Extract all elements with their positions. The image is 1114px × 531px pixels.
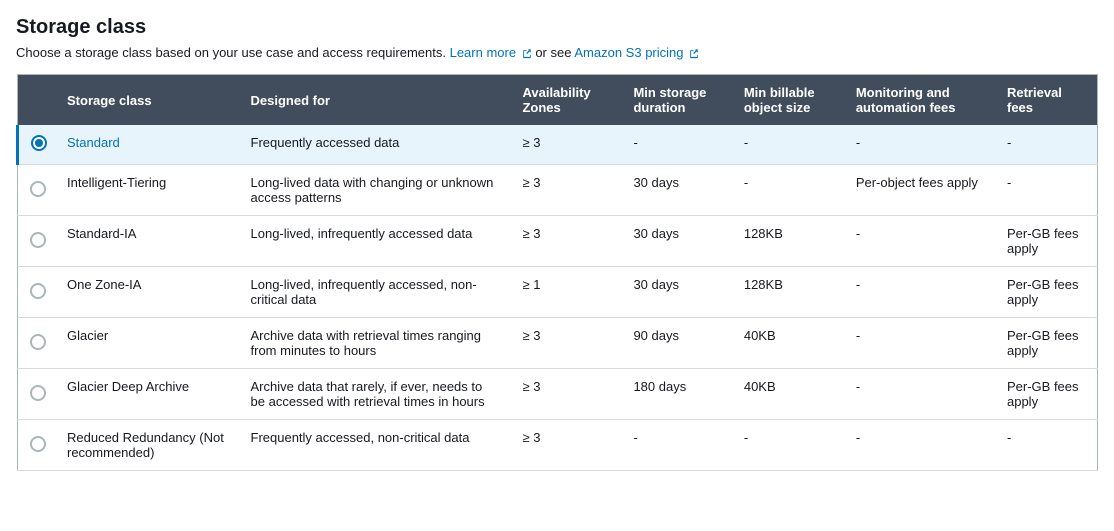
storage-class-name-cell: Glacier Deep Archive	[55, 369, 239, 420]
storage-class-name-cell: Intelligent-Tiering	[55, 165, 239, 216]
storage-class-name: Standard-IA	[67, 226, 136, 241]
availability-zones-cell: ≥ 3	[510, 369, 621, 420]
min-billable-object-size-cell: 128KB	[732, 267, 844, 318]
designed-for-cell: Frequently accessed, non-critical data	[239, 420, 511, 471]
min-storage-duration-cell: 90 days	[621, 318, 731, 369]
designed-for-cell: Long-lived, infrequently accessed, non-c…	[239, 267, 511, 318]
availability-zones-cell: ≥ 3	[510, 318, 621, 369]
retrieval-fees-cell: -	[995, 125, 1098, 165]
learn-more-link[interactable]: Learn more	[450, 45, 516, 60]
storage-class-name-cell: Standard	[55, 125, 239, 165]
storage-class-name: Intelligent-Tiering	[67, 175, 166, 190]
radio-button[interactable]	[31, 135, 47, 151]
availability-zones-cell: ≥ 1	[510, 267, 621, 318]
min-storage-duration-cell: -	[621, 420, 731, 471]
designed-for-cell: Long-lived, infrequently accessed data	[239, 216, 511, 267]
retrieval-fees-cell: -	[995, 420, 1098, 471]
radio-cell[interactable]	[18, 318, 56, 369]
radio-button[interactable]	[30, 283, 46, 299]
min-billable-object-size-cell: -	[732, 125, 844, 165]
min-storage-duration-cell: 180 days	[621, 369, 731, 420]
storage-class-name: Glacier Deep Archive	[67, 379, 189, 394]
storage-class-name: Standard	[67, 135, 120, 150]
storage-class-name: One Zone-IA	[67, 277, 141, 292]
designed-for-cell: Long-lived data with changing or unknown…	[239, 165, 511, 216]
table-row[interactable]: Glacier Deep Archive Archive data that ra…	[18, 369, 1098, 420]
monitoring-fees-cell: -	[844, 267, 995, 318]
radio-cell[interactable]	[18, 216, 56, 267]
table-row[interactable]: Intelligent-Tiering Long-lived data with …	[18, 165, 1098, 216]
col-storage-class: Storage class	[55, 75, 239, 126]
designed-for-cell: Archive data with retrieval times rangin…	[239, 318, 511, 369]
table-row[interactable]: One Zone-IA Long-lived, infrequently acce…	[18, 267, 1098, 318]
storage-class-name-cell: Standard-IA	[55, 216, 239, 267]
col-min-storage-duration: Min storage duration	[621, 75, 731, 126]
min-storage-duration-cell: 30 days	[621, 216, 731, 267]
radio-cell[interactable]	[18, 165, 56, 216]
col-availability-zones: Availability Zones	[510, 75, 621, 126]
monitoring-fees-cell: Per-object fees apply	[844, 165, 995, 216]
radio-cell[interactable]	[18, 369, 56, 420]
storage-class-name-cell: One Zone-IA	[55, 267, 239, 318]
radio-cell[interactable]	[18, 125, 56, 165]
s3-pricing-link[interactable]: Amazon S3 pricing	[574, 45, 683, 60]
designed-for-cell: Frequently accessed data	[239, 125, 511, 165]
min-storage-duration-cell: 30 days	[621, 165, 731, 216]
radio-cell[interactable]	[18, 267, 56, 318]
storage-class-name: Reduced Redundancy (Not recommended)	[67, 430, 224, 460]
min-billable-object-size-cell: 40KB	[732, 318, 844, 369]
retrieval-fees-cell: Per-GB fees apply	[995, 267, 1098, 318]
radio-button[interactable]	[30, 334, 46, 350]
radio-button[interactable]	[30, 181, 46, 197]
radio-button[interactable]	[30, 232, 46, 248]
monitoring-fees-cell: -	[844, 216, 995, 267]
storage-class-table: Storage class Designed for Availability …	[16, 74, 1098, 471]
monitoring-fees-cell: -	[844, 420, 995, 471]
table-row[interactable]: Standard-IA Long-lived, infrequently acce…	[18, 216, 1098, 267]
radio-button[interactable]	[30, 385, 46, 401]
min-billable-object-size-cell: -	[732, 420, 844, 471]
availability-zones-cell: ≥ 3	[510, 165, 621, 216]
storage-class-name: Glacier	[67, 328, 108, 343]
col-min-billable-object-size: Min billable object size	[732, 75, 844, 126]
min-billable-object-size-cell: 128KB	[732, 216, 844, 267]
table-row[interactable]: Reduced Redundancy (Not recommended) Freq…	[18, 420, 1098, 471]
storage-class-name-cell: Glacier	[55, 318, 239, 369]
radio-button[interactable]	[30, 436, 46, 452]
col-monitoring-fees: Monitoring and automation fees	[844, 75, 995, 126]
retrieval-fees-cell: Per-GB fees apply	[995, 216, 1098, 267]
min-storage-duration-cell: 30 days	[621, 267, 731, 318]
radio-col-header	[18, 75, 56, 126]
col-retrieval-fees: Retrieval fees	[995, 75, 1098, 126]
page-subtitle: Choose a storage class based on your use…	[16, 45, 1098, 60]
monitoring-fees-cell: -	[844, 369, 995, 420]
retrieval-fees-cell: Per-GB fees apply	[995, 369, 1098, 420]
table-row[interactable]: StandardFrequently accessed data≥ 3----	[18, 125, 1098, 165]
monitoring-fees-cell: -	[844, 318, 995, 369]
designed-for-cell: Archive data that rarely, if ever, needs…	[239, 369, 511, 420]
availability-zones-cell: ≥ 3	[510, 216, 621, 267]
availability-zones-cell: ≥ 3	[510, 420, 621, 471]
external-link-icon-2	[689, 49, 699, 59]
col-designed-for: Designed for	[239, 75, 511, 126]
storage-class-name-cell: Reduced Redundancy (Not recommended)	[55, 420, 239, 471]
retrieval-fees-cell: -	[995, 165, 1098, 216]
page-title: Storage class	[16, 16, 1098, 39]
min-storage-duration-cell: -	[621, 125, 731, 165]
min-billable-object-size-cell: 40KB	[732, 369, 844, 420]
table-row[interactable]: Glacier Archive data with retrieval times…	[18, 318, 1098, 369]
external-link-icon	[522, 49, 532, 59]
availability-zones-cell: ≥ 3	[510, 125, 621, 165]
retrieval-fees-cell: Per-GB fees apply	[995, 318, 1098, 369]
min-billable-object-size-cell: -	[732, 165, 844, 216]
monitoring-fees-cell: -	[844, 125, 995, 165]
radio-cell[interactable]	[18, 420, 56, 471]
